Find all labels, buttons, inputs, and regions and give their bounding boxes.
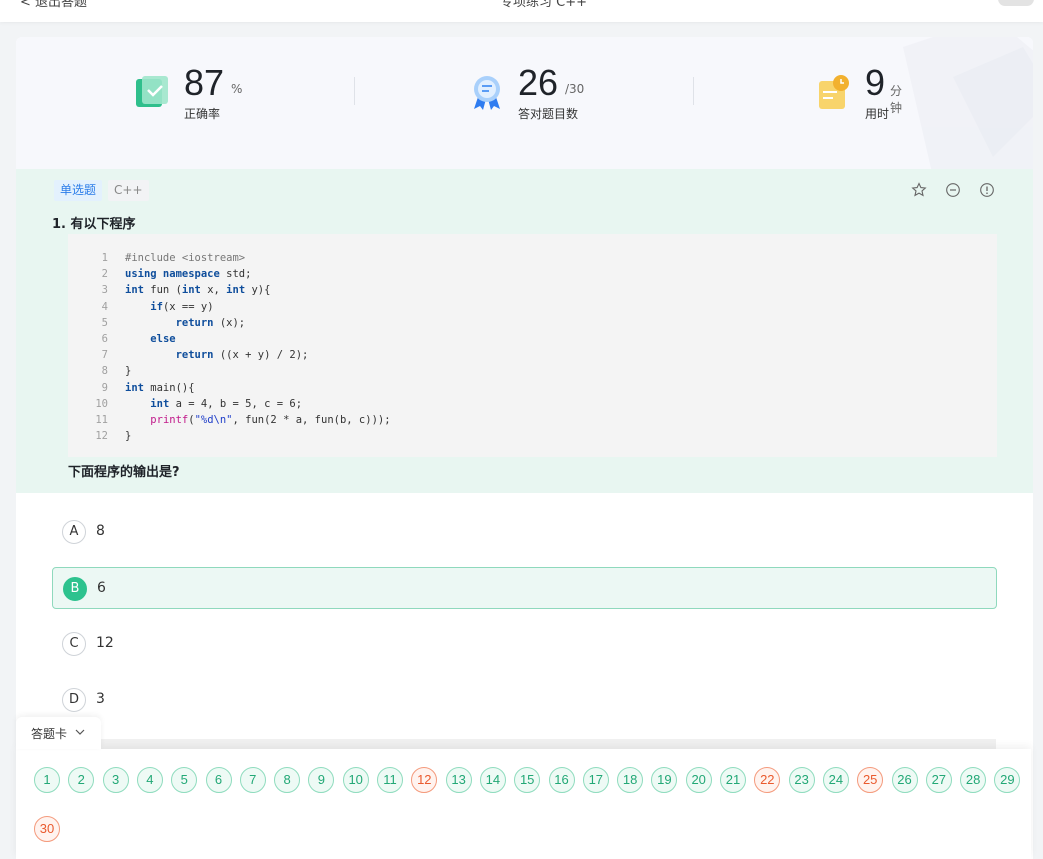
code-line: 1 #include <iostream> bbox=[101, 252, 246, 264]
question-number-button[interactable]: 27 bbox=[925, 767, 952, 793]
star-icon[interactable] bbox=[911, 182, 927, 198]
accuracy-label: 正确率 bbox=[184, 107, 221, 121]
practice-title: 专项练习 C++ bbox=[500, 0, 587, 10]
question-number-button[interactable]: 6 bbox=[205, 767, 232, 793]
question-number-button[interactable]: 3 bbox=[102, 767, 129, 793]
code-line: 3 int fun (int x, int y){ bbox=[101, 284, 271, 297]
correct-count-total: /30 bbox=[565, 82, 585, 96]
question-number-button[interactable]: 13 bbox=[445, 767, 472, 793]
option-text: 8 bbox=[96, 523, 105, 539]
option-c[interactable]: C 12 bbox=[52, 623, 997, 665]
checklist-icon bbox=[136, 76, 168, 107]
question-type-tag: 单选题 bbox=[54, 180, 103, 201]
option-letter: D bbox=[62, 688, 86, 712]
clipboard-clock-icon bbox=[819, 75, 849, 109]
question-number-button[interactable]: 9 bbox=[308, 767, 335, 793]
code-line: 8} bbox=[101, 365, 132, 378]
time-unit: 分钟 bbox=[890, 84, 903, 115]
option-text: 6 bbox=[97, 580, 106, 596]
question-number-button[interactable]: 17 bbox=[582, 767, 609, 793]
option-text: 3 bbox=[96, 691, 105, 707]
question-number-button[interactable]: 29 bbox=[994, 767, 1021, 793]
question-panel: 单选题 C++ 1. 有以下程序 1 #include <iostream> 2u… bbox=[16, 169, 1033, 493]
question-number-button[interactable]: 7 bbox=[239, 767, 266, 793]
language-tag: C++ bbox=[108, 180, 149, 201]
info-circle-icon[interactable] bbox=[979, 182, 995, 198]
exit-quiz-link[interactable]: < 退出答题 bbox=[20, 0, 87, 10]
question-number-button[interactable]: 8 bbox=[274, 767, 301, 793]
time-label: 用时 bbox=[865, 107, 890, 121]
code-block: 1 #include <iostream> 2 using namespace st… bbox=[68, 234, 997, 457]
correct-count-label: 答对题目数 bbox=[518, 107, 579, 121]
code-line: 2 using namespace std; bbox=[101, 268, 252, 281]
code-line: 12} bbox=[95, 430, 132, 443]
question-number-button[interactable]: 22 bbox=[754, 767, 781, 793]
question-number-button[interactable]: 4 bbox=[136, 767, 163, 793]
accuracy-unit: % bbox=[231, 82, 243, 96]
answer-sheet: 1 2 3 4 5 6 7 8 9 10 11 12 13 14 15 16 17 18 19 20 21 22 23 24 2… bbox=[16, 749, 1031, 859]
mode-toggle[interactable] bbox=[998, 0, 1034, 6]
question-number-button[interactable]: 25 bbox=[857, 767, 884, 793]
question-number-button[interactable]: 20 bbox=[685, 767, 712, 793]
question-number-button[interactable]: 16 bbox=[548, 767, 575, 793]
question-title: 1. 有以下程序 bbox=[52, 217, 136, 232]
divider bbox=[354, 77, 355, 105]
code-line: 6 else bbox=[101, 332, 176, 345]
code-line: 11 printf("%d\n", fun(2 * a, fun(b, c)))… bbox=[95, 413, 391, 426]
code-line: 9 int main(){ bbox=[101, 381, 195, 394]
time-value: 9 bbox=[865, 62, 886, 103]
chevron-down-icon bbox=[75, 729, 85, 735]
question-tags: 单选题 C++ bbox=[54, 180, 149, 201]
question-number-button[interactable]: 23 bbox=[788, 767, 815, 793]
option-letter: B bbox=[63, 577, 87, 601]
question-number-button[interactable]: 26 bbox=[891, 767, 918, 793]
question-actions bbox=[911, 182, 995, 198]
question-number-button[interactable]: 19 bbox=[651, 767, 678, 793]
question-number-button[interactable]: 14 bbox=[479, 767, 506, 793]
accuracy-value: 87 bbox=[184, 62, 225, 103]
code-line: 10 int a = 4, b = 5, c = 6; bbox=[95, 397, 303, 410]
option-a[interactable]: A 8 bbox=[52, 511, 997, 553]
code-line: 7 return ((x + y) / 2); bbox=[101, 349, 309, 362]
question-number-button[interactable]: 24 bbox=[822, 767, 849, 793]
question-number-button[interactable]: 11 bbox=[377, 767, 403, 793]
question-number-button[interactable]: 2 bbox=[68, 767, 95, 793]
answer-sheet-label: 答题卡 bbox=[31, 727, 68, 741]
code-line: 5 return (x); bbox=[101, 316, 246, 329]
next-card-edge bbox=[76, 739, 996, 749]
option-letter: C bbox=[62, 632, 86, 656]
question-number-button[interactable]: 5 bbox=[171, 767, 198, 793]
question-number-button[interactable]: 30 bbox=[34, 816, 60, 842]
question-number-button[interactable]: 18 bbox=[617, 767, 644, 793]
option-text: 12 bbox=[96, 635, 114, 651]
question-number-button[interactable]: 21 bbox=[720, 767, 746, 793]
award-ribbon-icon bbox=[474, 76, 500, 110]
minus-circle-icon[interactable] bbox=[945, 182, 961, 198]
option-d[interactable]: D 3 bbox=[52, 679, 997, 721]
question-number-button[interactable]: 12 bbox=[411, 767, 438, 793]
correct-count-value: 26 bbox=[518, 62, 559, 103]
option-b[interactable]: B 6 bbox=[52, 567, 997, 609]
question-number-button[interactable]: 15 bbox=[514, 767, 541, 793]
divider bbox=[693, 77, 694, 105]
option-letter: A bbox=[62, 520, 86, 544]
stats-panel: 87 % 正确率 26 /30 答对题目数 9 分钟 用时 bbox=[16, 37, 1033, 177]
question-number-button[interactable]: 10 bbox=[342, 767, 369, 793]
question-number-button[interactable]: 28 bbox=[960, 767, 987, 793]
top-bar: < 退出答题 专项练习 C++ bbox=[0, 0, 1043, 22]
question-prompt: 下面程序的输出是? bbox=[68, 465, 180, 480]
answer-sheet-toggle[interactable]: 答题卡 bbox=[16, 717, 101, 749]
result-card: 87 % 正确率 26 /30 答对题目数 9 分钟 用时 单选题 C++ 1.… bbox=[16, 37, 1033, 859]
question-number-button[interactable]: 1 bbox=[34, 767, 60, 793]
code-line: 4 if(x == y) bbox=[101, 300, 214, 313]
